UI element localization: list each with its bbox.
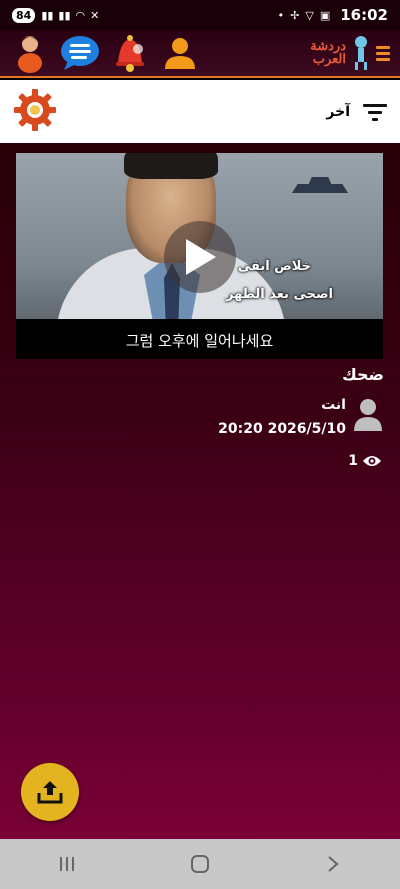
status-bar: 84 ▮▮ ▮▮ ◠ ✕ • ✢ ▽ ▣ 16:02 (0, 0, 400, 30)
post-title: ضحك (342, 365, 384, 384)
profile-icon[interactable] (160, 33, 200, 73)
signal-icon-2: ▮▮ (58, 8, 71, 22)
views-count-row: 1 (348, 453, 382, 469)
recent-apps-button[interactable] (37, 844, 97, 884)
back-button[interactable] (303, 844, 363, 884)
video-subtitle-ko: 그럼 오후에 일어나세요 (125, 332, 274, 350)
notification-bell-icon[interactable] (110, 33, 150, 73)
fan-icon: ✢ (290, 8, 300, 22)
home-icon (190, 855, 209, 873)
filter-label: آخر (326, 103, 350, 120)
brand-mascot-icon (355, 36, 367, 70)
dot-icon: • (277, 8, 285, 22)
video-subtitle-ar-line2: اصحى بعد الظهر (226, 287, 333, 302)
filter-button[interactable]: آخر (326, 102, 388, 122)
sort-filter-icon (363, 103, 387, 121)
vpn-icon: ▽ (305, 8, 314, 22)
contact-avatar-icon[interactable] (10, 33, 50, 73)
home-button[interactable] (170, 844, 230, 884)
post-date: 20:20 2026/5/10 (218, 421, 346, 437)
video-watermark-logo (285, 171, 355, 223)
brand-name-line2: العرب (312, 52, 346, 67)
author-row[interactable]: انت 20:20 2026/5/10 (218, 397, 382, 437)
author-name: انت (321, 397, 346, 413)
brand: دردشة العرب (310, 35, 390, 71)
upload-icon (37, 781, 63, 804)
system-nav-bar (0, 839, 400, 889)
toolbar: آخر (0, 80, 400, 143)
eye-icon (363, 456, 381, 466)
brand-logo: دردشة العرب (310, 40, 346, 66)
mute-icon: ✕ (90, 8, 100, 22)
recent-apps-icon (59, 857, 74, 871)
battery-indicator: 84 (12, 7, 36, 23)
views-count: 1 (348, 453, 358, 469)
settings-gear-icon[interactable] (12, 87, 58, 137)
play-button[interactable] (164, 221, 236, 293)
content-area: خلاص ابقى اصحى بعد الظهر 그럼 오후에 일어나세요 ضح… (0, 143, 400, 839)
video-subtitle-ar-line1: خلاص ابقى (237, 259, 311, 274)
app-header: دردشة العرب (0, 30, 400, 78)
back-chevron-icon (328, 856, 339, 872)
signal-icon: ▮▮ (41, 8, 54, 22)
avatar-placeholder-icon (354, 399, 382, 431)
screenshot-icon: ▣ (319, 8, 331, 22)
menu-icon[interactable] (376, 45, 390, 61)
clock: 16:02 (340, 6, 388, 24)
upload-button[interactable] (21, 763, 79, 821)
play-icon (186, 239, 216, 275)
wifi-icon: ◠ (75, 8, 86, 22)
video-player[interactable]: خلاص ابقى اصحى بعد الظهر 그럼 오후에 일어나세요 (16, 153, 383, 359)
chat-bubble-icon[interactable] (60, 33, 100, 73)
